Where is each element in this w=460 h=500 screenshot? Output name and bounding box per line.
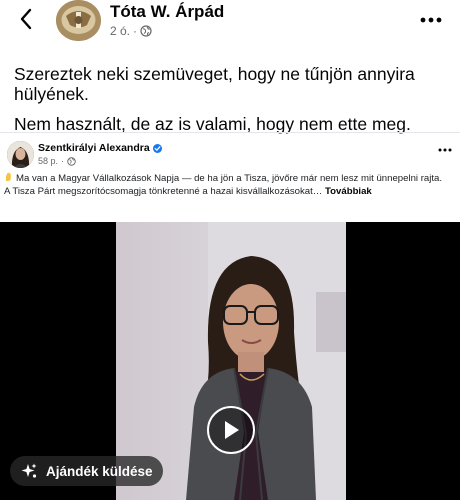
verified-badge-icon <box>152 143 162 153</box>
shared-text-line: A Tisza Párt megszorítócsomagja tönkrete… <box>4 186 323 197</box>
shared-post-time[interactable]: 58 p. <box>38 156 58 166</box>
send-gift-button[interactable]: Ajándék küldése <box>10 456 163 486</box>
shared-post-meta: 58 p. · <box>38 156 76 166</box>
globe-icon <box>67 156 76 166</box>
shared-text-line: Ma van a Magyar Vállalkozások Napja — de… <box>16 173 443 184</box>
post-text: Szereztek neki szemüveget, hogy ne tűnjö… <box>14 64 454 134</box>
post-paragraph: Nem használt, de az is valami, hogy nem … <box>14 114 411 134</box>
more-horizontal-icon <box>438 148 452 152</box>
more-horizontal-icon <box>420 17 442 23</box>
see-more-link[interactable]: Továbbiak <box>325 186 372 197</box>
author-avatar[interactable] <box>56 0 101 41</box>
globe-icon <box>140 25 152 37</box>
gift-sparkle-icon <box>21 463 37 478</box>
play-icon <box>225 421 239 439</box>
shared-post[interactable]: Szentkirályi Alexandra 58 p. · Ma van a … <box>0 132 460 500</box>
play-button[interactable] <box>207 406 255 454</box>
post-meta: 2 ó. · <box>110 24 152 38</box>
hand-emoji-icon <box>6 172 11 181</box>
meta-separator: · <box>61 156 65 166</box>
shared-more-options-button[interactable] <box>438 141 452 155</box>
shared-post-header: Szentkirályi Alexandra 58 p. · <box>0 132 460 172</box>
send-gift-label: Ajándék küldése <box>46 463 153 479</box>
shared-author-avatar[interactable] <box>7 141 34 168</box>
author-name[interactable]: Tóta W. Árpád <box>110 2 224 22</box>
back-button[interactable] <box>14 6 38 32</box>
post-header: Tóta W. Árpád 2 ó. · <box>0 0 460 42</box>
meta-separator: · <box>133 24 138 38</box>
post-time[interactable]: 2 ó. <box>110 24 130 38</box>
shared-author-name-row: Szentkirályi Alexandra <box>38 142 162 154</box>
shared-post-text: Ma van a Magyar Vállalkozások Napja — de… <box>4 172 456 198</box>
chevron-left-icon <box>20 8 32 30</box>
post-paragraph: Szereztek neki szemüveget, hogy ne tűnjö… <box>14 64 415 104</box>
more-options-button[interactable] <box>420 12 442 23</box>
shared-author-name[interactable]: Szentkirályi Alexandra <box>38 142 150 154</box>
